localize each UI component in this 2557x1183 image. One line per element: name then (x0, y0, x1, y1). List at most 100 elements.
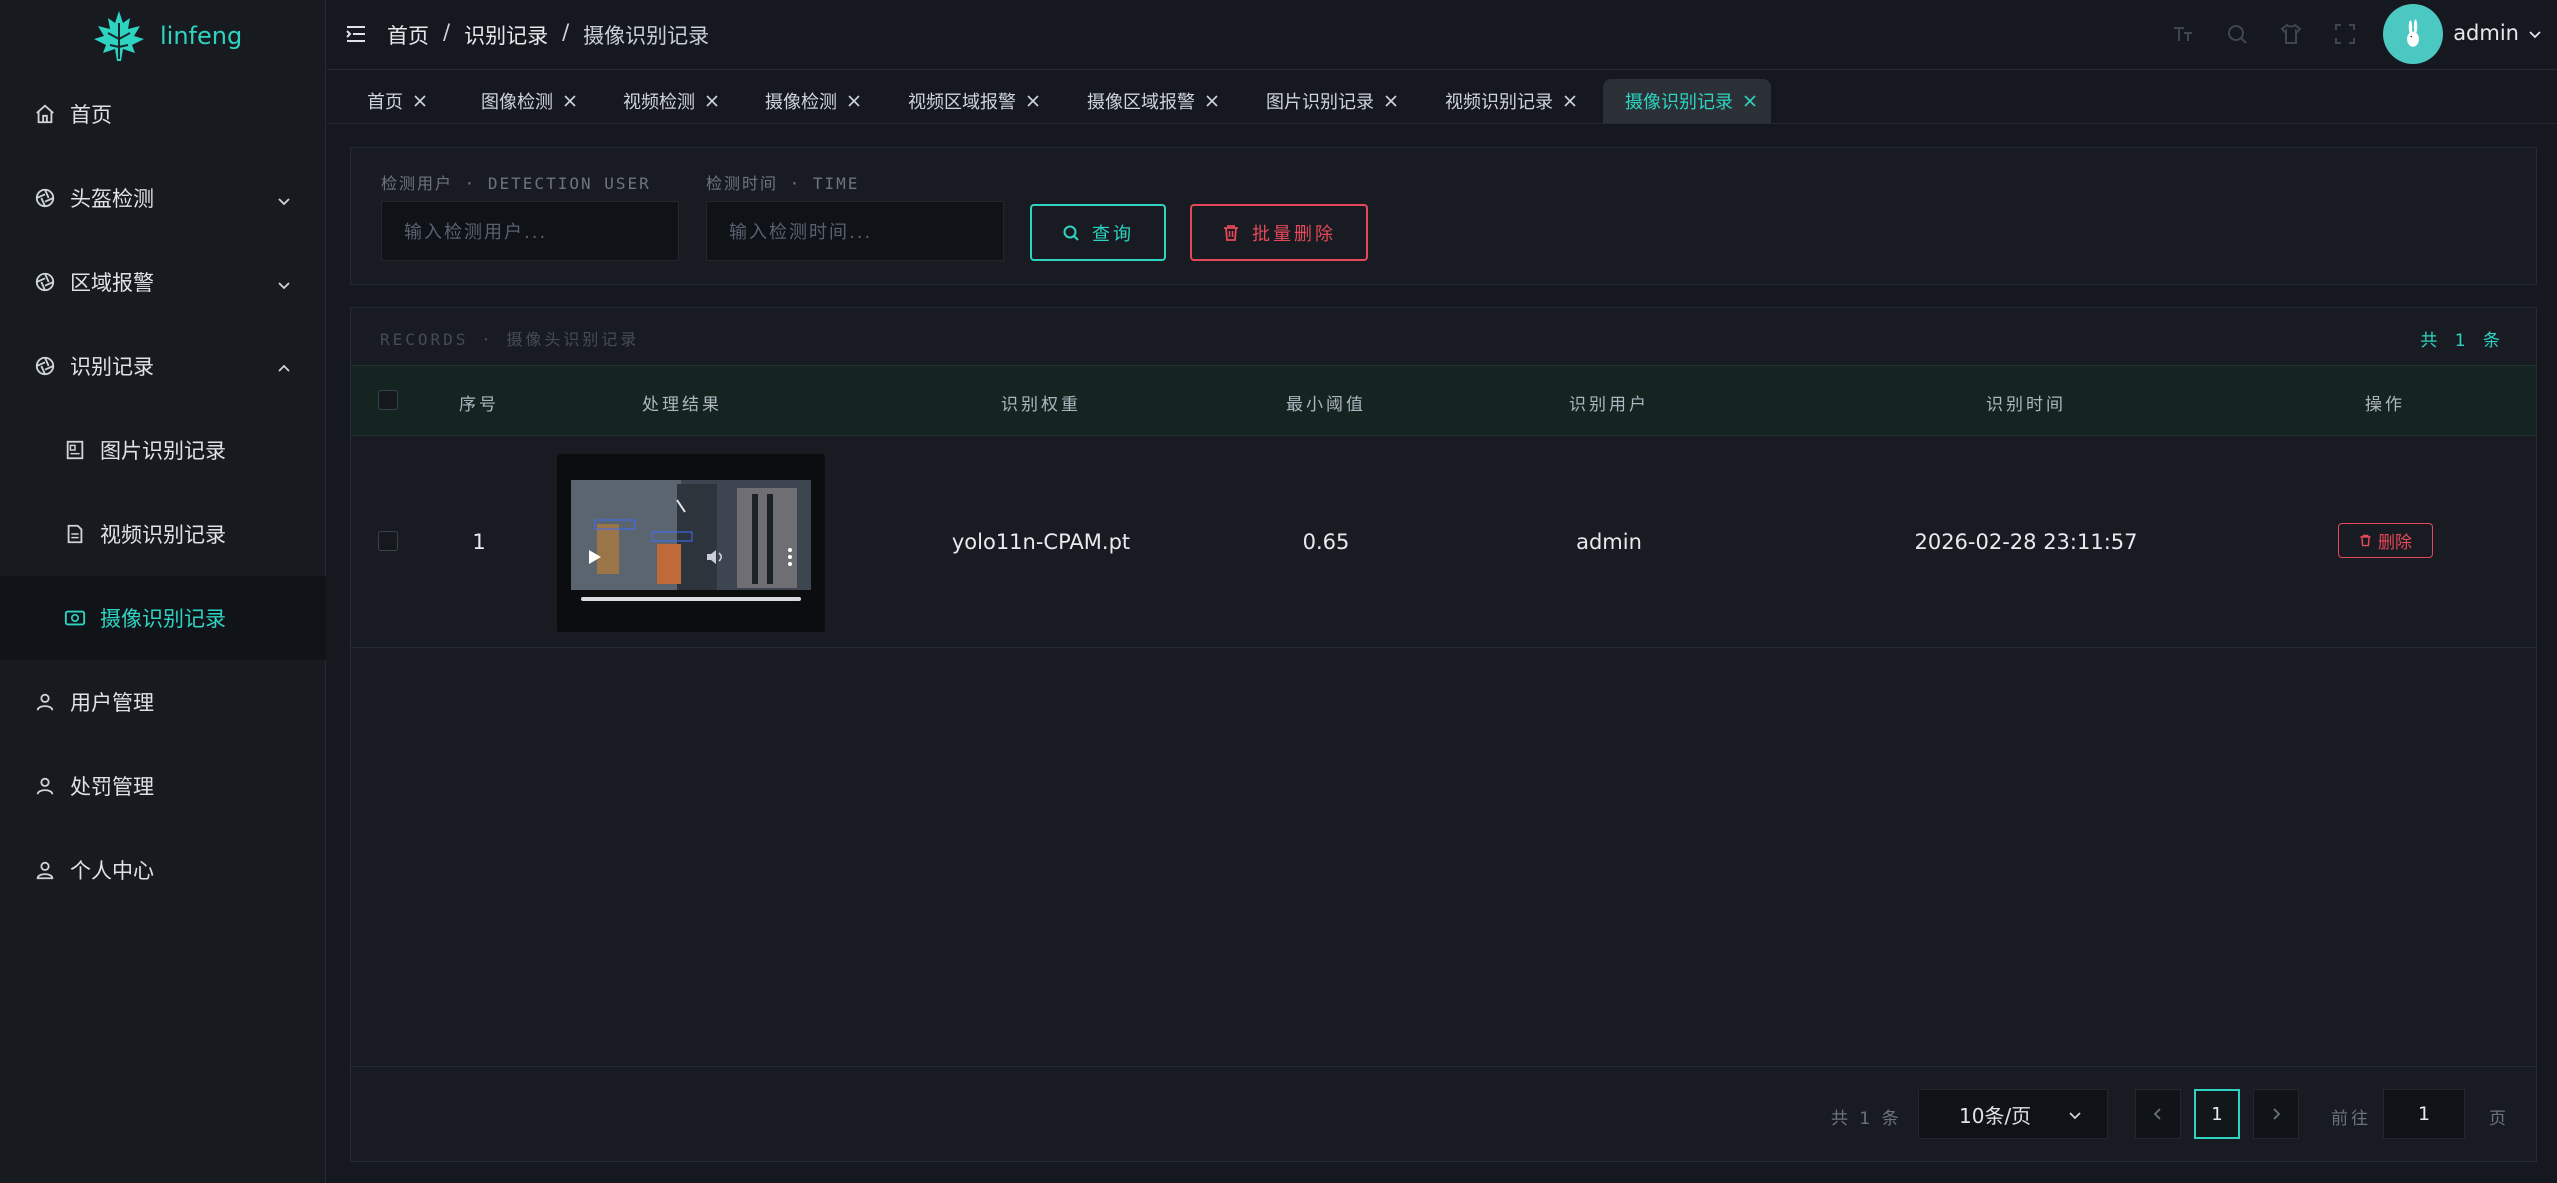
fullscreen-icon[interactable] (2333, 22, 2357, 46)
tab-video-records[interactable]: 视频识别记录 (1423, 79, 1591, 123)
search-icon[interactable] (2225, 22, 2249, 46)
pagination-total: 共 1 条 (1831, 1109, 1902, 1129)
sidebar-item-helmet-detection[interactable]: 头盔检测 (0, 156, 326, 240)
result-video-player[interactable] (557, 454, 825, 632)
breadcrumb-separator: / (443, 20, 451, 44)
detection-user-label: 检测用户 · DETECTION USER (381, 174, 651, 193)
tab-camera-detection[interactable]: 摄像检测 (743, 79, 875, 123)
tab-home[interactable]: 首页 (345, 79, 441, 123)
page-size-select[interactable]: 10条/页 (1918, 1089, 2108, 1139)
tab-label: 首页 (367, 92, 403, 113)
sidebar-item-penalty-management[interactable]: 处罚管理 (0, 744, 326, 828)
more-options-icon[interactable] (787, 547, 793, 567)
sidebar-item-personal-center[interactable]: 个人中心 (0, 828, 326, 912)
tab-label: 图像检测 (481, 92, 553, 113)
sidebar-item-label: 视频识别记录 (100, 523, 226, 547)
sidebar-item-user-management[interactable]: 用户管理 (0, 660, 326, 744)
column-header-threshold: 最小阈值 (1286, 395, 1366, 415)
sidebar-item-label: 个人中心 (70, 859, 154, 883)
video-frame (557, 454, 825, 632)
tab-camera-records[interactable]: 摄像识别记录 (1603, 79, 1771, 123)
close-icon[interactable] (413, 94, 427, 108)
sidebar-item-label: 摄像识别记录 (100, 607, 226, 631)
sidebar-item-label: 图片识别记录 (100, 439, 226, 463)
sidebar-item-camera-records[interactable]: 摄像识别记录 (0, 576, 326, 660)
next-page-button[interactable] (2253, 1089, 2299, 1139)
close-icon[interactable] (1026, 94, 1040, 108)
batch-delete-button[interactable]: 批量删除 (1190, 204, 1368, 261)
avatar[interactable] (2383, 4, 2443, 64)
close-icon[interactable] (847, 94, 861, 108)
camera-card-icon (64, 607, 86, 629)
row-delete-button[interactable]: 删除 (2338, 523, 2433, 558)
breadcrumb-recognition-records[interactable]: 识别记录 (464, 20, 548, 50)
tab-image-detection[interactable]: 图像检测 (459, 79, 591, 123)
app-name: linfeng (160, 22, 243, 50)
row-checkbox[interactable] (378, 531, 398, 551)
column-header-index: 序号 (459, 395, 499, 415)
tab-label: 视频区域报警 (908, 92, 1016, 113)
sidebar-item-recognition-records[interactable]: 识别记录 (0, 324, 326, 408)
prev-page-button[interactable] (2135, 1089, 2181, 1139)
top-header: 首页 / 识别记录 / 摄像识别记录 admin (327, 0, 2557, 70)
shirt-icon[interactable] (2279, 22, 2303, 46)
image-doc-icon (64, 439, 86, 461)
close-icon[interactable] (1384, 94, 1398, 108)
sidebar-item-video-records[interactable]: 视频识别记录 (0, 492, 326, 576)
query-button[interactable]: 查询 (1030, 204, 1166, 261)
app-logo[interactable]: linfeng (92, 8, 242, 64)
column-header-user: 识别用户 (1569, 395, 1649, 415)
row-delete-label: 删除 (2378, 533, 2412, 553)
close-icon[interactable] (563, 94, 577, 108)
close-icon[interactable] (1563, 94, 1577, 108)
column-header-time: 识别时间 (1986, 395, 2066, 415)
records-title: RECORDS · 摄像头识别记录 (380, 330, 640, 349)
detection-user-input[interactable]: 输入检测用户... (381, 201, 679, 261)
tab-camera-area-alarm[interactable]: 摄像区域报警 (1065, 79, 1233, 123)
sidebar-item-label: 识别记录 (70, 355, 154, 379)
chevron-down-icon (276, 274, 292, 290)
trash-icon (1224, 224, 1238, 241)
row-index: 1 (472, 530, 486, 554)
page-size-value: 10条/页 (1959, 1103, 2032, 1128)
sidebar-item-label: 头盔检测 (70, 187, 154, 211)
detection-time-label: 检测时间 · TIME (706, 174, 860, 193)
close-icon[interactable] (1205, 94, 1219, 108)
tab-image-records[interactable]: 图片识别记录 (1244, 79, 1412, 123)
volume-icon[interactable] (705, 548, 725, 566)
page-number-current[interactable]: 1 (2194, 1089, 2240, 1139)
user-name[interactable]: admin (2453, 21, 2519, 45)
tab-video-detection[interactable]: 视频检测 (601, 79, 733, 123)
sidebar-item-image-records[interactable]: 图片识别记录 (0, 408, 326, 492)
query-button-label: 查询 (1092, 223, 1134, 245)
header-tools (2171, 22, 2357, 46)
close-icon[interactable] (1743, 94, 1757, 108)
chevron-down-icon[interactable] (2527, 26, 2543, 42)
breadcrumb-home[interactable]: 首页 (387, 20, 429, 50)
batch-delete-button-label: 批量删除 (1252, 223, 1336, 245)
close-icon[interactable] (705, 94, 719, 108)
chevron-down-icon (2069, 1112, 2081, 1120)
goto-page-input[interactable]: 1 (2383, 1089, 2465, 1139)
sidebar: linfeng 首页 头盔检测 区域报警 识别记录 图片识别记录 视频识别记录 … (0, 0, 326, 1183)
records-header: RECORDS · 摄像头识别记录 共 1 条 (351, 308, 2536, 364)
chevron-down-icon (276, 190, 292, 206)
sidebar-item-area-alarm[interactable]: 区域报警 (0, 240, 326, 324)
sidebar-item-home[interactable]: 首页 (0, 72, 326, 156)
chevron-right-icon (2273, 1108, 2281, 1120)
tab-label: 摄像检测 (765, 92, 837, 113)
detection-time-input[interactable]: 输入检测时间... (706, 201, 1004, 261)
video-progress-bar[interactable] (581, 597, 801, 601)
row-weight: yolo11n-CPAM.pt (951, 530, 1131, 554)
sidebar-item-label: 区域报警 (70, 271, 154, 295)
sidebar-item-label: 首页 (70, 103, 112, 127)
user-icon (34, 775, 56, 797)
sidebar-item-label: 处罚管理 (70, 775, 154, 799)
menu-toggle-icon[interactable] (345, 23, 367, 45)
font-size-icon[interactable] (2171, 22, 2195, 46)
user-icon (34, 691, 56, 713)
tab-video-area-alarm[interactable]: 视频区域报警 (886, 79, 1054, 123)
select-all-checkbox[interactable] (378, 390, 398, 410)
page-suffix: 页 (2489, 1109, 2506, 1129)
play-icon[interactable] (585, 548, 603, 566)
